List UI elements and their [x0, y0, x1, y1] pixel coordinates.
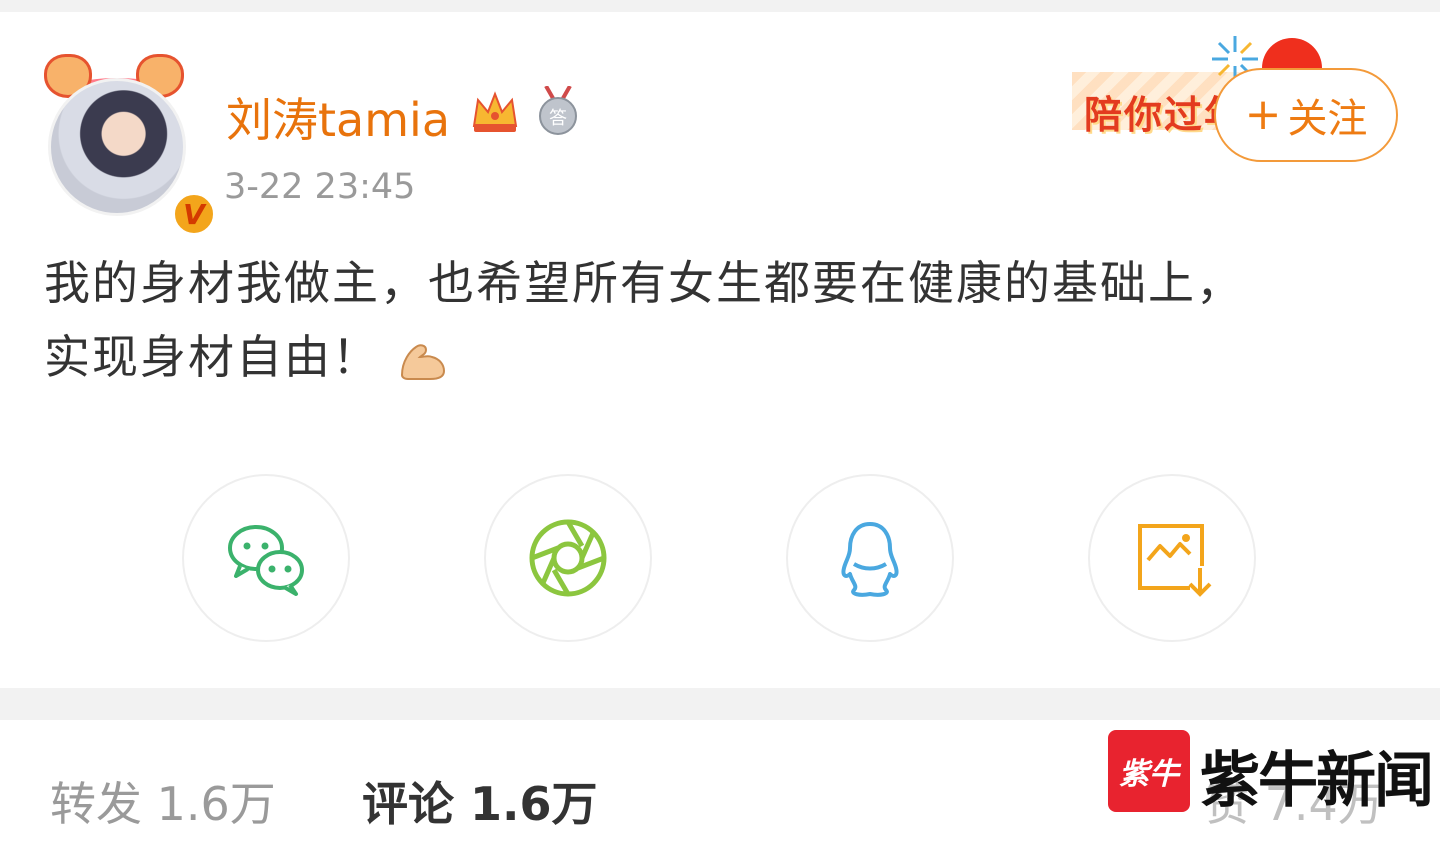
follow-label: 关注: [1287, 96, 1368, 142]
avatar[interactable]: V: [36, 42, 216, 236]
crown-icon[interactable]: [470, 86, 520, 134]
news-watermark: 紫牛 紫牛新闻: [1108, 730, 1434, 816]
watermark-brand: 紫牛新闻: [1200, 746, 1434, 816]
watermark-logo: 紫牛: [1108, 730, 1190, 812]
post-timestamp: 3-22 23:45: [224, 167, 416, 207]
share-moments-button[interactable]: [484, 474, 652, 642]
share-wechat-button[interactable]: [182, 474, 350, 642]
top-separator: [0, 0, 1440, 12]
post-card: V 刘涛tamia 答 3-22 23:45 陪你过年 + 关注 我的身材我做主…: [0, 12, 1440, 688]
save-image-button[interactable]: [1088, 474, 1256, 642]
moments-icon: [529, 519, 607, 597]
post-text-line-with-emoji: 实现身材自由！: [44, 320, 1404, 394]
username[interactable]: 刘涛tamia: [226, 84, 450, 150]
plus-icon: +: [1244, 89, 1282, 140]
follow-button[interactable]: + 关注: [1214, 68, 1398, 162]
share-row: [0, 474, 1440, 644]
post-text-line: 实现身材自由！: [44, 330, 380, 384]
post-text-line: 我的身材我做主，也希望所有女生都要在健康的基础上，: [44, 256, 1244, 310]
repost-count-button[interactable]: 转发 1.6万: [50, 768, 276, 834]
qq-icon: [841, 522, 899, 597]
flexed-biceps-icon: [400, 343, 446, 380]
verified-badge-icon: V: [172, 192, 216, 236]
section-divider: [0, 688, 1440, 720]
wechat-icon: [228, 525, 304, 596]
comment-count-tab[interactable]: 评论 1.6万: [362, 768, 598, 834]
avatar-image[interactable]: [48, 78, 186, 216]
share-qq-button[interactable]: [786, 474, 954, 642]
svg-text:答: 答: [549, 108, 567, 129]
answerer-medal-icon[interactable]: 答: [536, 86, 580, 136]
post-content: 我的身材我做主，也希望所有女生都要在健康的基础上， 实现身材自由！: [44, 246, 1404, 394]
save-image-icon: [1138, 524, 1212, 597]
